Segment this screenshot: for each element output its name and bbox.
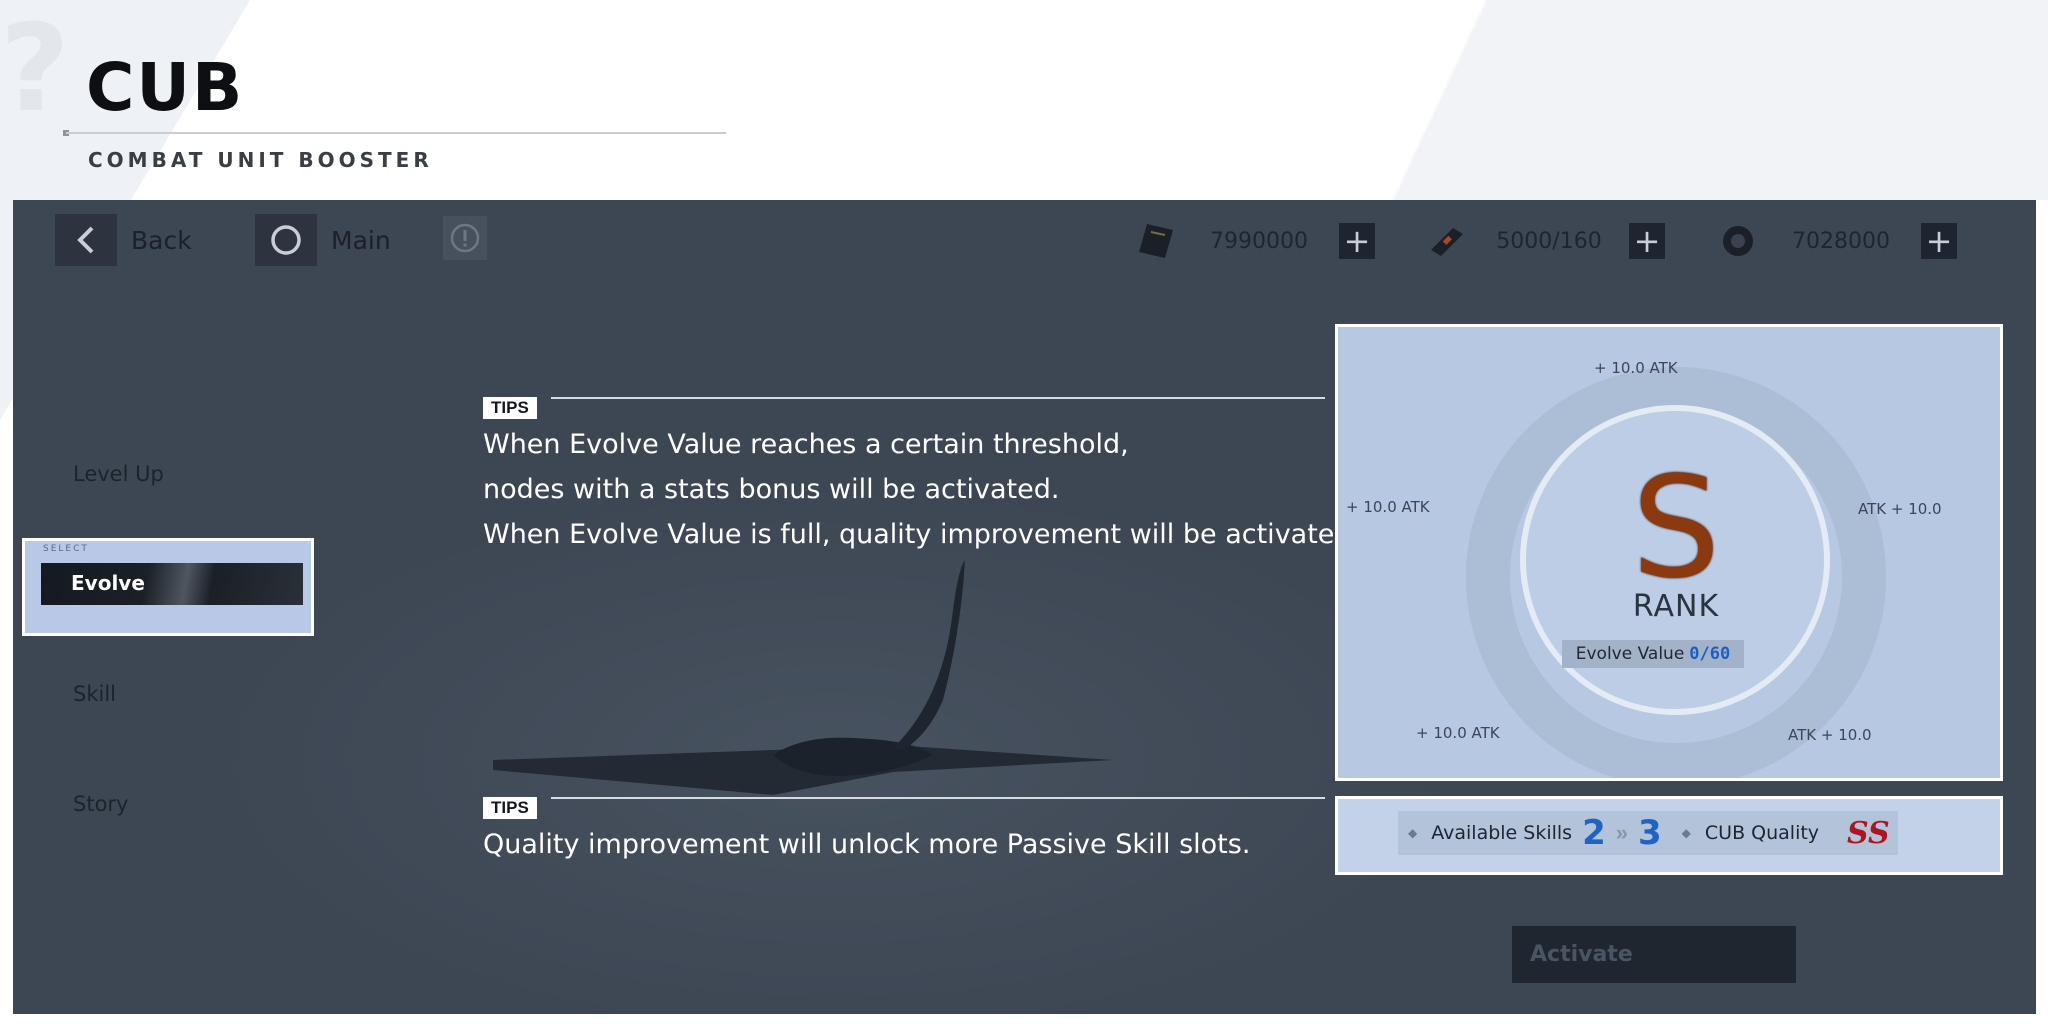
battery-icon xyxy=(1431,228,1463,256)
resource-1-value: 7990000 xyxy=(1210,228,1308,254)
tips-line: Quality improvement will unlock more Pas… xyxy=(483,829,1251,860)
resource-2-value: 5000/160 xyxy=(1496,228,1602,254)
node-bottom-left[interactable]: + 10.0 ATK xyxy=(1416,724,1500,742)
tips-line: When Evolve Value is full, quality impro… xyxy=(483,519,1361,550)
sidebar-item-level-up[interactable]: Level Up xyxy=(73,462,164,486)
skill-quality-panel: ◆ Available Skills 2 » 3 ◆ CUB Quality S… xyxy=(1335,796,2003,875)
tips-line: nodes with a stats bonus will be activat… xyxy=(483,474,1060,505)
background-panel-right xyxy=(1320,0,2048,200)
title-divider xyxy=(66,132,726,134)
node-bottom-right[interactable]: ATK + 10.0 xyxy=(1788,726,1872,744)
evolve-value-bar: Evolve Value 0/60 xyxy=(1562,640,1744,668)
game-viewport: Back Main 7990000 + 5000/160 + 7028000 +… xyxy=(13,200,2036,1014)
tips-line: When Evolve Value reaches a certain thre… xyxy=(483,429,1129,460)
skills-to: 3 xyxy=(1638,813,1662,853)
resource-2: 5000/160 + xyxy=(1423,220,1665,262)
cub-unit-silhouette xyxy=(493,560,1113,795)
sidebar-item-story[interactable]: Story xyxy=(73,792,128,816)
evolve-rank-panel: S RANK Evolve Value 0/60 + 10.0 ATK + 10… xyxy=(1335,324,2003,781)
skills-from: 2 xyxy=(1582,813,1606,853)
add-resource-1-button[interactable]: + xyxy=(1339,223,1375,259)
back-label: Back xyxy=(131,225,192,255)
double-chevron-icon: » xyxy=(1615,820,1628,845)
activate-button[interactable]: Activate xyxy=(1512,926,1796,983)
skill-quality-row: ◆ Available Skills 2 » 3 ◆ CUB Quality S… xyxy=(1398,811,1898,855)
main-label: Main xyxy=(331,225,391,255)
node-right[interactable]: ATK + 10.0 xyxy=(1858,500,1942,518)
node-left[interactable]: + 10.0 ATK xyxy=(1346,498,1430,516)
back-button[interactable]: Back xyxy=(55,214,192,266)
cub-quality-label: CUB Quality xyxy=(1704,822,1820,844)
resource-3: 7028000 + xyxy=(1715,220,1957,262)
sidebar-item-skill[interactable]: Skill xyxy=(73,682,116,706)
rank-word: RANK xyxy=(1632,589,1720,624)
diamond-icon: ◆ xyxy=(1681,826,1691,840)
chevron-left-icon xyxy=(55,214,117,266)
info-button[interactable] xyxy=(443,216,501,260)
home-circle-icon xyxy=(255,214,317,266)
page-subtitle: COMBAT UNIT BOOSTER xyxy=(88,148,433,172)
evolve-value-label: Evolve Value xyxy=(1575,644,1685,664)
node-top[interactable]: + 10.0 ATK xyxy=(1594,359,1678,377)
info-icon xyxy=(443,216,487,260)
page-title: CUB xyxy=(86,49,245,126)
tips-tag-2: TIPS xyxy=(483,797,537,819)
add-resource-2-button[interactable]: + xyxy=(1629,223,1665,259)
select-tag: SELECT xyxy=(43,544,89,554)
gem-card-icon xyxy=(1139,224,1173,258)
tips-text-1: When Evolve Value reaches a certain thre… xyxy=(483,422,1360,557)
add-resource-3-button[interactable]: + xyxy=(1921,223,1957,259)
sidebar-item-evolve-label: Evolve xyxy=(71,571,145,595)
available-skills-label: Available Skills xyxy=(1431,822,1573,844)
tips-rule-1 xyxy=(551,397,1325,399)
resource-1: 7990000 + xyxy=(1133,220,1375,262)
credit-coin-icon xyxy=(1723,226,1753,256)
tips-rule-2 xyxy=(551,797,1325,799)
resource-3-value: 7028000 xyxy=(1792,228,1890,254)
cub-quality-badge: SS xyxy=(1847,815,1890,851)
diamond-icon: ◆ xyxy=(1408,826,1418,840)
selected-item-bar: Evolve xyxy=(41,563,303,605)
main-button[interactable]: Main xyxy=(255,214,391,266)
tips-text-2: Quality improvement will unlock more Pas… xyxy=(483,822,1250,867)
rank-letter: S xyxy=(1631,447,1721,610)
sidebar-item-evolve[interactable]: SELECT Evolve xyxy=(22,538,314,636)
tips-tag-1: TIPS xyxy=(483,397,537,419)
evolve-value-number: 0/60 xyxy=(1689,644,1731,664)
